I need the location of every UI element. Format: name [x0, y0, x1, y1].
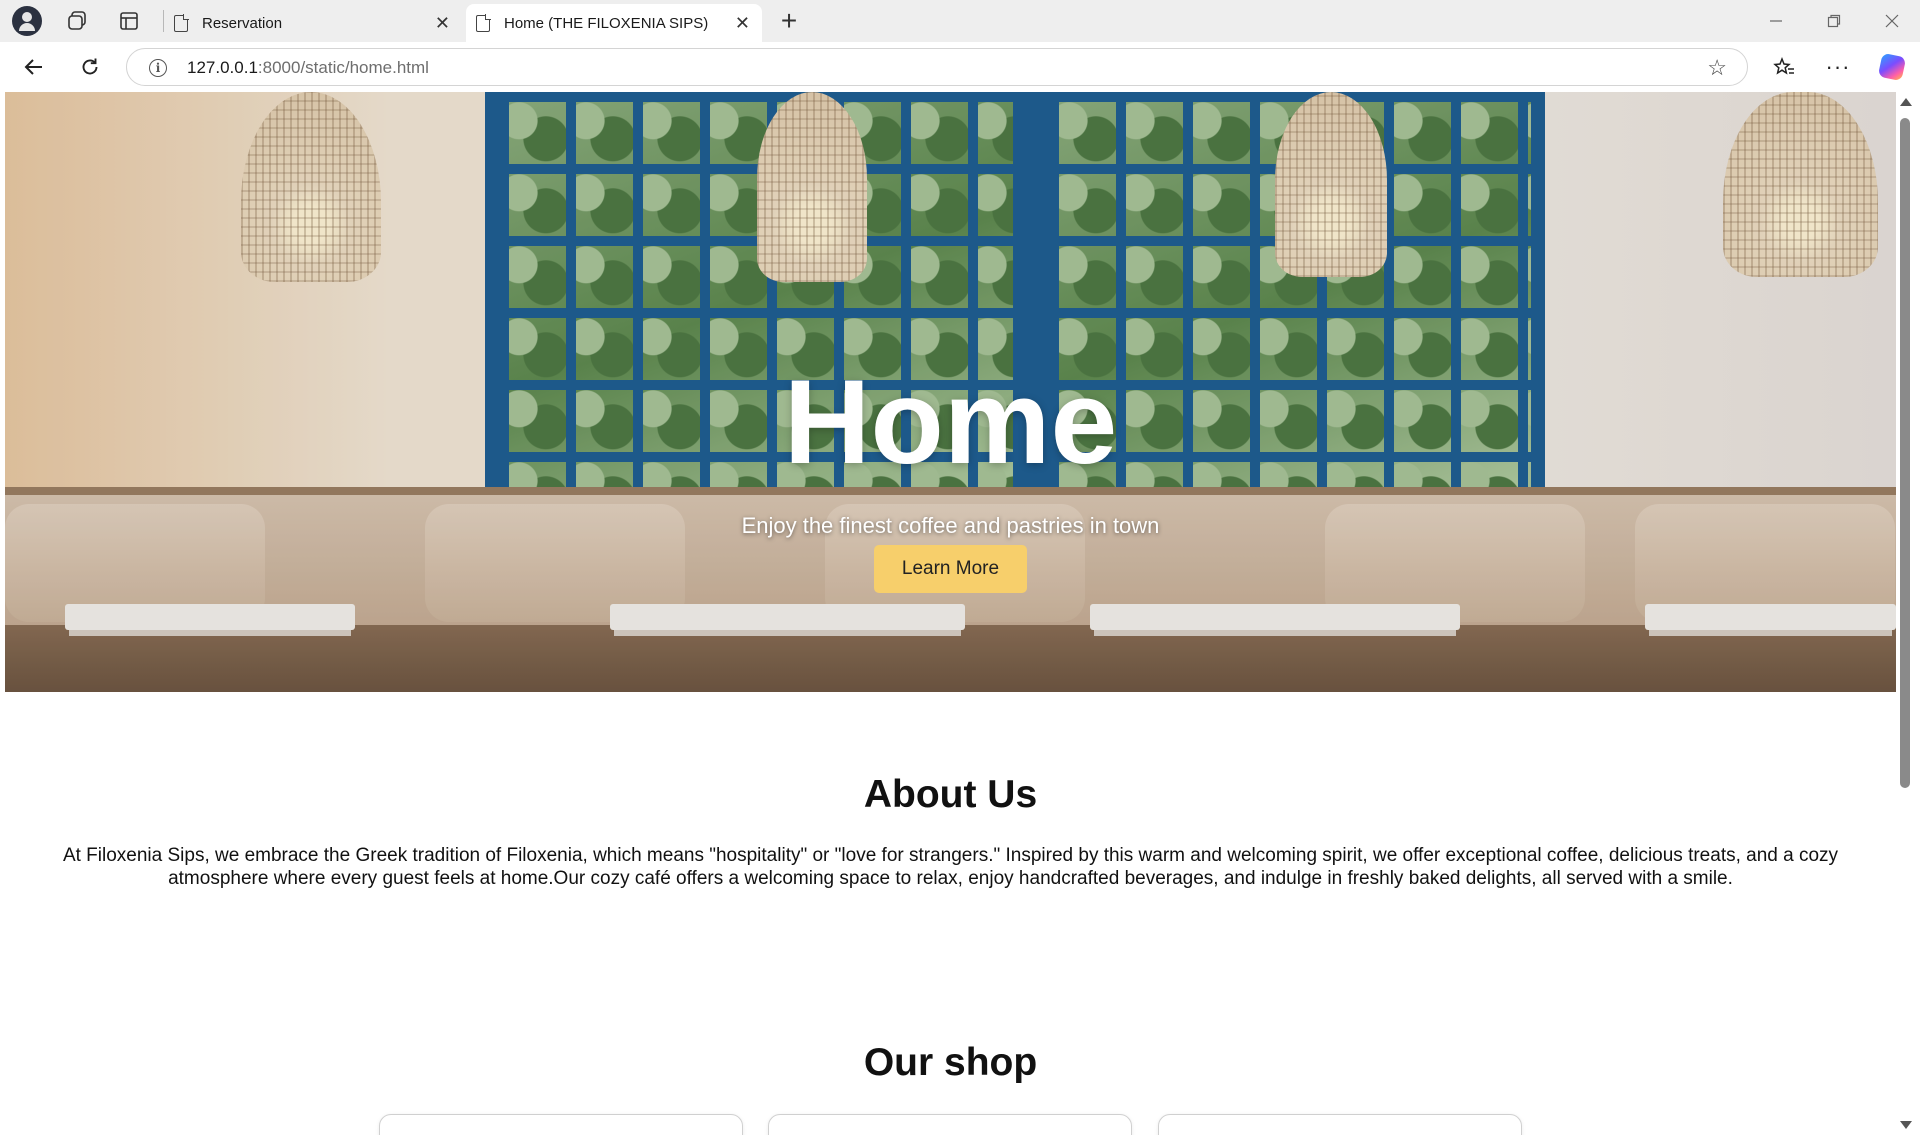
shop-card[interactable] — [768, 1114, 1132, 1135]
page-scrollbar[interactable] — [1896, 92, 1915, 1135]
url-text[interactable]: 127.0.0.1:8000/static/home.html — [187, 58, 429, 78]
shop-heading: Our shop — [863, 1041, 1038, 1084]
tab-separator — [163, 10, 164, 32]
document-icon — [476, 13, 491, 32]
restore-icon[interactable] — [1814, 8, 1854, 34]
shop-card[interactable] — [1158, 1114, 1522, 1135]
back-icon[interactable] — [18, 52, 50, 82]
star-icon[interactable]: ☆ — [1707, 55, 1727, 81]
hero-section: Home Enjoy the finest coffee and pastrie… — [5, 92, 1896, 692]
scroll-thumb[interactable] — [1900, 118, 1910, 788]
browser-tab-bar: Reservation ✕ Home (THE FILOXENIA SIPS) … — [0, 0, 1920, 42]
close-icon[interactable]: ✕ — [735, 13, 750, 33]
shop-card[interactable] — [379, 1114, 743, 1135]
more-icon[interactable]: ··· — [1822, 52, 1854, 82]
url-host: 127.0.0.1 — [187, 58, 258, 77]
profile-icon[interactable] — [12, 6, 42, 36]
vertical-tabs-icon[interactable] — [114, 6, 144, 36]
tab-home[interactable]: Home (THE FILOXENIA SIPS) ✕ — [466, 4, 762, 42]
close-icon[interactable]: ✕ — [435, 13, 450, 33]
favorites-icon[interactable] — [1768, 52, 1800, 82]
hero-title: Home — [783, 355, 1118, 490]
reload-icon[interactable] — [74, 52, 106, 82]
minimize-icon[interactable] — [1756, 8, 1796, 34]
scroll-up-icon[interactable] — [1900, 98, 1912, 106]
address-bar[interactable]: i 127.0.0.1:8000/static/home.html ☆ — [126, 48, 1748, 86]
browser-toolbar: i 127.0.0.1:8000/static/home.html ☆ ··· — [0, 42, 1920, 92]
new-tab-plus-icon[interactable]: + — [774, 5, 804, 36]
copilot-icon[interactable] — [1876, 52, 1908, 82]
scroll-down-icon[interactable] — [1900, 1121, 1912, 1129]
tab-title: Reservation — [202, 14, 283, 32]
about-heading: About Us — [863, 773, 1038, 816]
info-icon[interactable]: i — [149, 59, 167, 77]
tab-reservation[interactable]: Reservation ✕ — [172, 4, 462, 42]
hero-subtitle: Enjoy the finest coffee and pastries in … — [741, 513, 1160, 538]
learn-more-button[interactable]: Learn More — [874, 545, 1027, 593]
workspaces-icon[interactable] — [62, 6, 92, 36]
document-icon — [174, 13, 189, 32]
page-viewport: Home Enjoy the finest coffee and pastrie… — [5, 92, 1896, 1135]
about-text: At Filoxenia Sips, we embrace the Greek … — [62, 845, 1839, 889]
url-path: :8000/static/home.html — [257, 58, 429, 77]
tab-title: Home (THE FILOXENIA SIPS) — [504, 14, 709, 32]
window-close-icon[interactable] — [1872, 8, 1912, 34]
